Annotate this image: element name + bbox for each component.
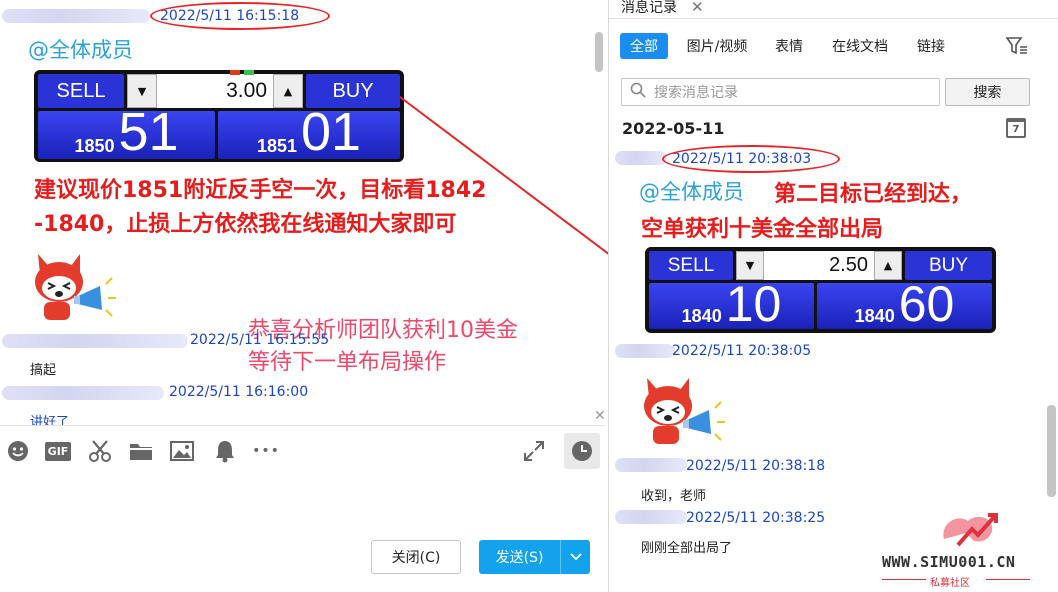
ticket-indicator-red [230,70,240,75]
emoji-icon[interactable] [4,437,32,465]
sell-label: SELL [38,74,124,108]
close-icon[interactable]: ✕ [691,0,704,16]
message-timestamp: 2022/5/11 20:38:25 [686,510,826,526]
annotation-red-line-1: 第二目标已经到达， [774,182,973,207]
arrow-up-icon: ▲ [273,74,303,108]
bell-icon[interactable] [211,437,239,465]
sender-name-blurred [615,151,667,165]
quantity-stepper: ▼ 3.00 ▲ [127,74,303,108]
history-search-input[interactable]: 搜索消息记录 [621,78,940,106]
send-button[interactable]: 发送(S) [479,540,590,574]
search-button[interactable]: 搜索 [945,78,1030,106]
chat-scrollbar-thumb[interactable] [595,32,603,72]
message-text: 收到，老师 [641,489,707,504]
message-timestamp: 2022/5/11 16:15:55 [190,332,330,348]
quantity-stepper: ▼ 2.50 ▲ [736,251,902,280]
message-text-clipped: 讲好了 [30,411,110,425]
filter-options-icon[interactable] [1005,37,1028,59]
buy-price-small: 1840 [854,306,895,326]
fox-sticker-image [35,254,116,320]
fox-sticker-image [644,378,725,444]
arrow-down-icon: ▼ [127,74,157,108]
close-button[interactable]: 关闭(C) [371,540,461,574]
collapse-icon[interactable]: ✕ [594,408,606,424]
buy-label: BUY [905,251,992,280]
buy-price-big: 60 [898,283,955,329]
message-timestamp: 2022/5/11 16:16:00 [169,384,309,400]
arrow-up-icon: ▲ [874,251,902,280]
gif-label: GIF [44,441,72,461]
buy-price: 1851 01 [218,111,400,159]
sell-price: 1850 51 [38,111,215,159]
scissors-icon[interactable] [86,437,114,465]
sender-name-blurred [2,9,150,23]
arrow-down-icon: ▼ [736,251,764,280]
annotation-red-line-2: -1840，止损上方依然我在线通知大家即可 [34,212,457,237]
sender-name-blurred [2,386,164,400]
message-history-panel: 消息记录 ✕ 全部 图片/视频 表情 在线文档 链接 搜索消息记录 搜索 202… [608,0,1058,592]
sell-price-big: 10 [725,283,782,329]
mention-all[interactable]: @全体成员 [639,176,744,206]
history-tab-title[interactable]: 消息记录 [621,0,677,17]
message-timestamp: 2022/5/11 20:38:18 [686,458,826,474]
buy-price-small: 1851 [256,136,297,156]
message-text: 刚刚全部出局了 [641,541,733,556]
sell-label: SELL [649,251,733,280]
simu-logo-icon [943,513,998,547]
watermark-line-left [882,579,926,580]
red-circle-annotation [150,2,330,30]
quantity-value: 3.00 [226,79,267,102]
search-icon [630,82,646,102]
filter-stickers[interactable]: 表情 [769,33,809,59]
buy-label: BUY [306,74,400,108]
message-timestamp: 2022/5/11 20:38:05 [672,343,812,359]
expand-icon[interactable] [520,437,548,465]
send-button-label: 发送(S) [495,550,544,566]
watermark-line-right [986,579,1030,580]
sender-name-blurred [615,344,675,358]
ticket-indicator-green [244,70,254,75]
sender-name-blurred [615,510,687,524]
annotation-pink-line-2: 等待下一单布局操作 [248,350,447,375]
calendar-icon[interactable]: 7 [1006,118,1026,138]
history-clock-icon[interactable] [564,433,600,469]
message-text: 搞起 [30,363,57,378]
filter-all[interactable]: 全部 [620,33,668,59]
image-icon[interactable] [168,437,196,465]
folder-icon[interactable] [127,437,155,465]
mention-all[interactable]: @全体成员 [28,34,133,64]
watermark-site: WWW.SIMU001.CN [882,553,1016,571]
buy-price: 1840 60 [817,283,992,329]
quantity-value: 2.50 [829,254,868,276]
annotation-red-line-1: 建议现价1851附近反手空一次，目标看1842 [34,178,487,203]
sell-price-small: 1840 [681,306,722,326]
buy-price-big: 01 [300,111,362,159]
tab-divider [609,18,1058,19]
sender-name-blurred [615,458,687,472]
filter-media[interactable]: 图片/视频 [679,33,755,59]
filter-online-docs[interactable]: 在线文档 [825,33,895,59]
watermark-sub: 私募社区 [930,578,970,589]
send-options-chevron-icon[interactable] [560,540,590,574]
trade-ticket-image[interactable]: SELL ▼ 3.00 ▲ BUY 1850 51 1851 01 [34,70,404,162]
sender-name-blurred [2,334,188,348]
annotation-red-line-2: 空单获利十美金全部出局 [641,217,884,242]
watermark: WWW.SIMU001.CN 私募社区 [880,505,1058,592]
toolbar-divider [0,425,606,426]
trade-ticket-image[interactable]: SELL ▼ 2.50 ▲ BUY 1840 10 1840 60 [645,247,996,333]
sell-price-small: 1850 [74,136,115,156]
gif-icon[interactable]: GIF [44,437,72,465]
more-icon[interactable]: ••• [252,437,280,465]
date-header: 2022-05-11 [622,119,725,138]
search-placeholder: 搜索消息记录 [654,85,738,101]
sell-price-big: 51 [118,111,179,159]
history-scrollbar-thumb[interactable] [1047,405,1056,497]
message-text: 讲好了 [30,415,70,425]
red-circle-annotation [662,145,840,173]
chat-panel: 2022/5/11 16:15:18 @全体成员 SELL ▼ 3.00 ▲ B… [0,0,608,592]
filter-links[interactable]: 链接 [909,33,953,59]
sell-price: 1840 10 [649,283,814,329]
